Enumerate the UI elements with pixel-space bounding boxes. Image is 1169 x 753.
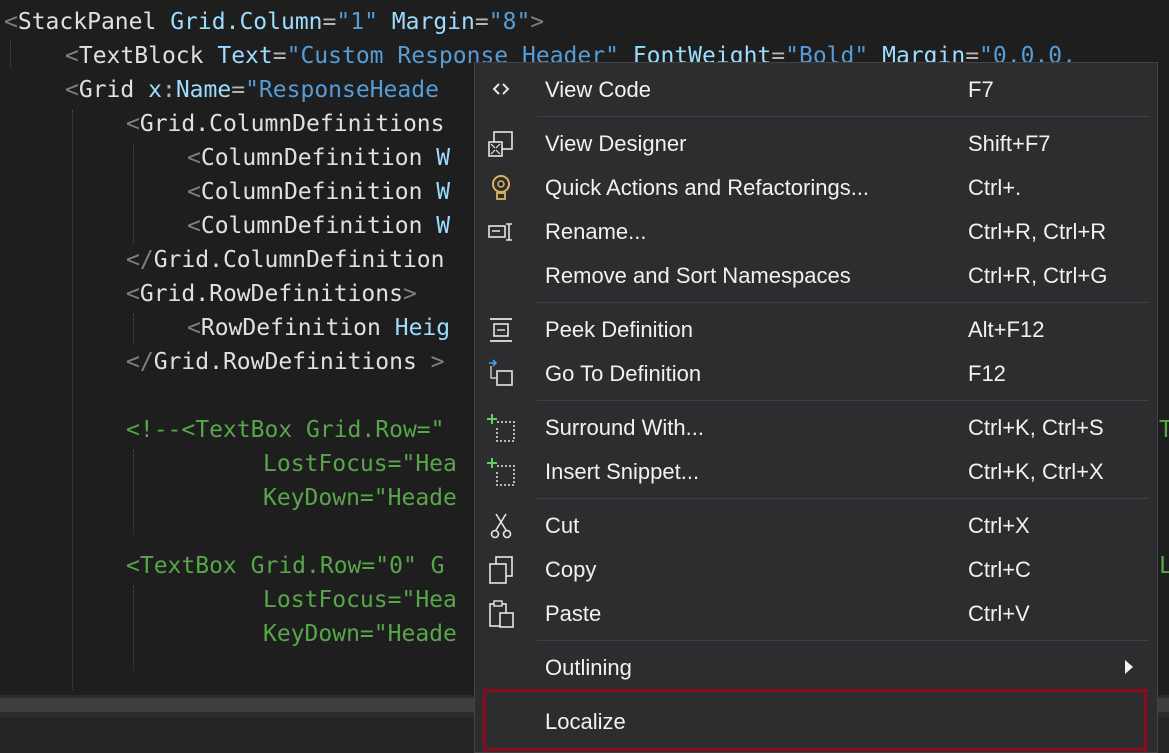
menu-item-label: View Designer [545, 131, 687, 156]
menu-item-label: Paste [545, 601, 602, 626]
code-line: <Grid.RowDefinitions> [126, 281, 417, 307]
code-line: <ColumnDefinition W [187, 145, 451, 171]
code-line: <StackPanel Grid.Column="1" Margin="8"> [4, 9, 545, 35]
indent-guide [72, 110, 73, 690]
code-line: <ColumnDefinition W [187, 179, 451, 205]
menu-item-outlining[interactable]: Outlining [475, 646, 1157, 690]
indent-guide [10, 40, 11, 68]
code-line: <TextBox Grid.Row="0" G [126, 553, 445, 579]
indent-guide [133, 450, 134, 534]
menu-item-shortcut: Alt+F12 [968, 317, 1045, 342]
menu-item-cut[interactable]: Cut Ctrl+X [475, 504, 1157, 548]
code-line-overflow: T [1159, 417, 1169, 443]
menu-item-label: Cut [545, 513, 580, 538]
code-line: <ColumnDefinition W [187, 213, 451, 239]
menu-item-label: Go To Definition [545, 361, 702, 386]
menu-item-insert-snippet[interactable]: Insert Snippet... Ctrl+K, Ctrl+X [475, 450, 1157, 494]
menu-item-shortcut: Ctrl+C [968, 557, 1031, 582]
code-line: LostFocus="Hea [263, 451, 457, 477]
menu-item-label: Copy [545, 557, 597, 582]
paste-icon [485, 598, 517, 630]
menu-item-copy[interactable]: Copy Ctrl+C [475, 548, 1157, 592]
code-line: </Grid.RowDefinitions > [126, 349, 445, 375]
menu-item-shortcut: F12 [968, 361, 1006, 386]
designer-icon [485, 128, 517, 160]
code-icon [485, 74, 517, 106]
indent-guide [133, 144, 134, 244]
code-line: <Grid.ColumnDefinitions [126, 111, 445, 137]
code-line-overflow: L [1159, 553, 1169, 579]
cut-icon [485, 510, 517, 542]
insert-snippet-icon [485, 456, 517, 488]
localize-highlight-box [483, 689, 1147, 751]
menu-item-label: Surround With... [545, 415, 704, 440]
menu-item-shortcut: Shift+F7 [968, 131, 1051, 156]
code-line: </Grid.ColumnDefinition [126, 247, 445, 273]
menu-item-label: Outlining [545, 655, 632, 680]
menu-item-surround-with[interactable]: Surround With... Ctrl+K, Ctrl+S [475, 406, 1157, 450]
menu-item-shortcut: Ctrl+X [968, 513, 1030, 538]
menu-item-label: Remove and Sort Namespaces [545, 263, 851, 288]
code-line: <RowDefinition Heig [187, 315, 451, 341]
menu-item-go-to-definition[interactable]: Go To Definition F12 [475, 352, 1157, 396]
menu-item-shortcut: Ctrl+. [968, 175, 1022, 200]
menu-item-shortcut: Ctrl+K, Ctrl+S [968, 415, 1104, 440]
peek-definition-icon [485, 314, 517, 346]
menu-item-view-designer[interactable]: View Designer Shift+F7 [475, 122, 1157, 166]
menu-separator [537, 116, 1149, 117]
indent-guide [133, 586, 134, 670]
go-to-definition-icon [485, 358, 517, 390]
menu-item-shortcut: Ctrl+R, Ctrl+R [968, 219, 1107, 244]
menu-item-label: Peek Definition [545, 317, 693, 342]
context-menu: View Code F7 View Designer Shift+F7 Quic… [474, 62, 1158, 753]
code-line: LostFocus="Hea [263, 587, 457, 613]
menu-separator [537, 302, 1149, 303]
menu-item-paste[interactable]: Paste Ctrl+V [475, 592, 1157, 636]
menu-item-peek-definition[interactable]: Peek Definition Alt+F12 [475, 308, 1157, 352]
menu-item-shortcut: Ctrl+R, Ctrl+G [968, 263, 1108, 288]
lightbulb-icon [485, 172, 517, 204]
menu-separator [537, 498, 1149, 499]
menu-item-label: Rename... [545, 219, 647, 244]
code-line: <!--<TextBox Grid.Row=" [126, 417, 445, 443]
menu-item-view-code[interactable]: View Code F7 [475, 68, 1157, 112]
copy-icon [485, 554, 517, 586]
menu-item-shortcut: F7 [968, 77, 994, 102]
surround-with-icon [485, 412, 517, 444]
code-line: KeyDown="Heade [263, 485, 457, 511]
indent-guide [133, 314, 134, 344]
submenu-arrow-icon [1125, 660, 1133, 674]
menu-item-shortcut: Ctrl+V [968, 601, 1030, 626]
menu-separator [537, 640, 1149, 641]
menu-item-remove-sort-namespaces[interactable]: Remove and Sort Namespaces Ctrl+R, Ctrl+… [475, 254, 1157, 298]
menu-item-rename[interactable]: Rename... Ctrl+R, Ctrl+R [475, 210, 1157, 254]
code-line: KeyDown="Heade [263, 621, 457, 647]
menu-item-label: Insert Snippet... [545, 459, 700, 484]
menu-item-shortcut: Ctrl+K, Ctrl+X [968, 459, 1104, 484]
menu-item-quick-actions[interactable]: Quick Actions and Refactorings... Ctrl+. [475, 166, 1157, 210]
code-line: <Grid x:Name="ResponseHeade [65, 77, 439, 103]
menu-separator [537, 400, 1149, 401]
rename-icon [485, 216, 517, 248]
menu-item-label: Quick Actions and Refactorings... [545, 175, 870, 200]
menu-item-label: View Code [545, 77, 651, 102]
